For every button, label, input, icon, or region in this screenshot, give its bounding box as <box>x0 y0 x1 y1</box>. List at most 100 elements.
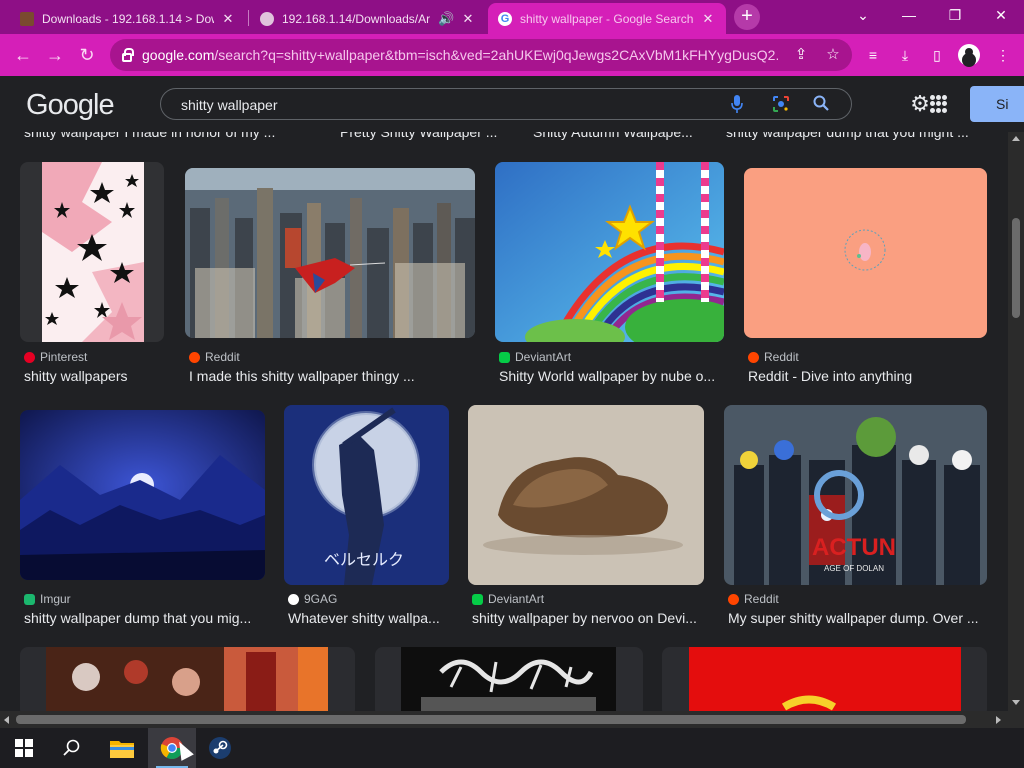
imgur-icon <box>24 593 35 605</box>
file-explorer-icon[interactable] <box>98 728 146 768</box>
scrollbar-corner <box>1008 711 1024 728</box>
maximize-button[interactable]: ❐ <box>932 0 978 30</box>
result-thumbnail[interactable]: ACTUN AGE OF DOLAN <box>724 405 987 585</box>
result-thumbnail[interactable] <box>468 405 704 585</box>
result-thumbnail[interactable] <box>662 647 987 711</box>
svg-text:ベルセルク: ベルセルク <box>324 551 404 569</box>
result-caption[interactable]: Reddit - Dive into anything <box>748 368 988 384</box>
result-caption[interactable]: shitty wallpaper dump that you might ... <box>726 132 986 140</box>
result-caption[interactable]: Shitty Autumn Wallpape... <box>533 132 713 140</box>
image-results: shitty wallpaper I made in honor of my .… <box>0 132 1008 711</box>
search-input[interactable] <box>181 95 701 115</box>
close-window-button[interactable]: ✕ <box>978 0 1024 30</box>
rainbow-wallpaper-image <box>495 162 724 342</box>
tab-title: 192.168.1.14/Downloads/Ar <box>282 11 431 26</box>
profile-avatar-icon[interactable] <box>958 44 980 66</box>
browser-toolbar: ← → ↻ google.com/search?q=shitty+wallpap… <box>0 34 1024 76</box>
scroll-right-icon[interactable] <box>996 716 1001 724</box>
gear-icon[interactable]: ⚙ <box>908 92 932 116</box>
peach-wallpaper-image <box>744 168 987 338</box>
result-thumbnail[interactable] <box>375 647 643 711</box>
result-thumbnail[interactable] <box>20 410 265 580</box>
back-icon[interactable]: ← <box>10 42 36 68</box>
result-caption[interactable]: Shitty World wallpaper by nube o... <box>499 368 724 384</box>
result-thumbnail[interactable] <box>495 162 724 342</box>
folder-icon <box>20 11 34 26</box>
tab-strip: Downloads - 192.168.1.14 > Dow ✕ 192.168… <box>0 0 1024 34</box>
result-source[interactable]: Reddit <box>748 350 799 364</box>
mic-icon[interactable] <box>727 95 747 115</box>
reading-list-icon[interactable]: ≡ <box>862 45 884 65</box>
steam-icon[interactable] <box>196 728 244 768</box>
reddit-icon <box>728 593 739 605</box>
new-tab-button[interactable]: + <box>734 4 760 30</box>
result-source[interactable]: DeviantArt <box>472 592 544 606</box>
audio-icon[interactable]: 🔊 <box>438 11 454 27</box>
result-thumbnail[interactable] <box>744 168 987 338</box>
result-caption[interactable]: My super shitty wallpaper dump. Over ... <box>728 610 988 626</box>
scroll-down-icon[interactable] <box>1012 700 1020 705</box>
globe-icon <box>260 11 274 26</box>
search-icon[interactable] <box>48 728 96 768</box>
lock-icon[interactable] <box>122 47 134 62</box>
close-icon[interactable]: ✕ <box>460 11 476 27</box>
scroll-up-icon[interactable] <box>1012 136 1020 141</box>
address-url[interactable]: google.com/search?q=shitty+wallpaper&tbm… <box>142 47 778 63</box>
reddit-icon <box>748 351 759 363</box>
side-panel-icon[interactable]: ▯ <box>926 45 948 65</box>
result-thumbnail[interactable] <box>20 647 355 711</box>
result-thumbnail[interactable]: ベルセルク <box>284 405 449 585</box>
result-thumbnail[interactable] <box>20 162 164 342</box>
result-source[interactable]: 9GAG <box>288 592 337 606</box>
result-caption[interactable]: Whatever shitty wallpa... <box>288 610 453 626</box>
result-caption[interactable]: I made this shitty wallpaper thingy ... <box>189 368 479 384</box>
scrollbar-thumb[interactable] <box>1012 218 1020 318</box>
windows-start-icon[interactable] <box>0 728 48 768</box>
forward-icon[interactable]: → <box>42 42 68 68</box>
vertical-scrollbar[interactable] <box>1008 132 1024 711</box>
address-bar[interactable]: google.com/search?q=shitty+wallpaper&tbm… <box>110 39 852 71</box>
deviantart-icon <box>472 593 483 605</box>
red-flag-image <box>689 647 961 711</box>
minimize-button[interactable]: — <box>886 0 932 30</box>
share-icon[interactable]: ⇪ <box>792 46 810 64</box>
result-thumbnail[interactable] <box>185 168 475 338</box>
result-source[interactable]: Reddit <box>189 350 240 364</box>
download-icon[interactable]: ⤓ <box>894 45 916 65</box>
collage-image <box>46 647 328 711</box>
9gag-icon <box>288 593 299 605</box>
result-caption[interactable]: shitty wallpapers <box>24 368 164 384</box>
sign-in-button[interactable]: Si <box>970 86 1024 122</box>
tab-title: shitty wallpaper - Google Search <box>520 11 694 26</box>
scrollbar-thumb[interactable] <box>16 715 966 724</box>
reload-icon[interactable]: ↻ <box>74 42 100 68</box>
svg-text:ACTUN: ACTUN <box>812 534 896 561</box>
apps-grid-icon[interactable] <box>930 95 948 113</box>
result-source[interactable]: Imgur <box>24 592 71 606</box>
result-caption[interactable]: shitty wallpaper dump that you mig... <box>24 610 264 626</box>
tab-google-search[interactable]: G shitty wallpaper - Google Search ✕ <box>488 3 726 34</box>
result-source[interactable]: Pinterest <box>24 350 87 364</box>
tab-search-button[interactable]: ⌄ <box>840 0 886 30</box>
tab-192-downloads[interactable]: 192.168.1.14/Downloads/Ar 🔊 ✕ <box>250 3 486 34</box>
close-icon[interactable]: ✕ <box>700 11 716 27</box>
bookmark-star-icon[interactable]: ☆ <box>824 46 842 64</box>
tab-divider <box>248 10 249 26</box>
dirt-clump-image <box>468 405 704 585</box>
horizontal-scrollbar[interactable] <box>0 711 1008 728</box>
lens-icon[interactable] <box>771 95 791 115</box>
result-source[interactable]: DeviantArt <box>499 350 571 364</box>
close-icon[interactable]: ✕ <box>220 11 236 27</box>
result-caption[interactable]: shitty wallpaper by nervoo on Devi... <box>472 610 708 626</box>
tab-downloads[interactable]: Downloads - 192.168.1.14 > Dow ✕ <box>10 3 246 34</box>
search-icon[interactable] <box>811 95 831 115</box>
result-source[interactable]: Reddit <box>728 592 779 606</box>
result-caption[interactable]: shitty wallpaper I made in honor of my .… <box>24 132 314 140</box>
result-caption[interactable]: Pretty Shitty Wallpaper ... <box>340 132 520 140</box>
menu-icon[interactable]: ⋮ <box>992 45 1014 65</box>
search-box[interactable] <box>160 88 852 120</box>
berserk-moon-image: ベルセルク <box>284 405 449 585</box>
google-header: Google ⚙ Si <box>0 76 1024 132</box>
google-logo[interactable]: Google <box>26 89 115 122</box>
scroll-left-icon[interactable] <box>4 716 9 724</box>
